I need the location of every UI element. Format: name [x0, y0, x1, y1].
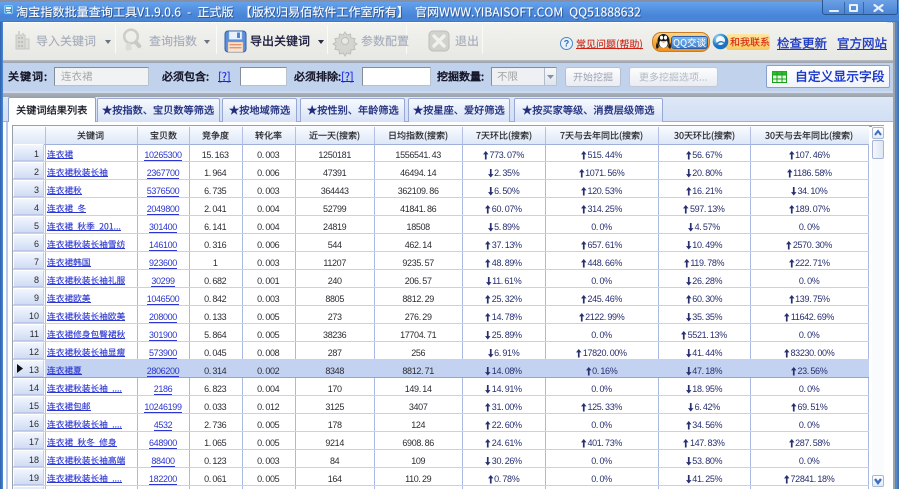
svg-text:?: ?	[564, 39, 570, 49]
